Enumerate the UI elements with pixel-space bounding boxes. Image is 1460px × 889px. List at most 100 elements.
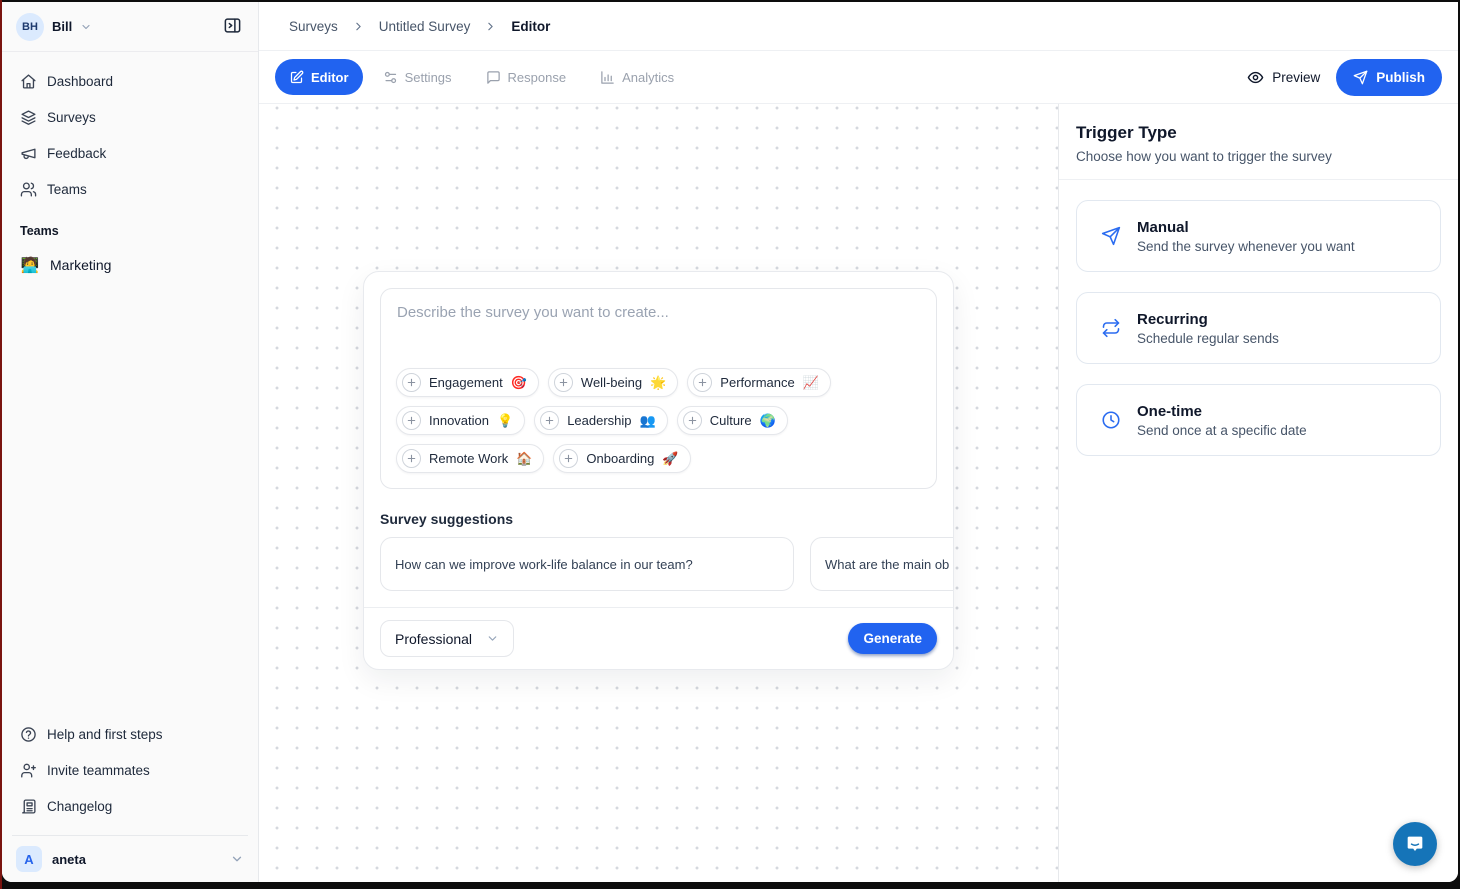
help-circle-icon xyxy=(20,726,37,743)
teams-section-label: Teams xyxy=(12,208,248,246)
tab-settings[interactable]: Settings xyxy=(369,59,466,95)
tab-label: Analytics xyxy=(622,70,674,85)
sidebar-item-label: Help and first steps xyxy=(47,727,163,742)
option-title: Recurring xyxy=(1137,311,1279,328)
topic-chip-well-being[interactable]: Well-being 🌟 xyxy=(548,368,678,397)
topic-chip-engagement[interactable]: Engagement 🎯 xyxy=(396,368,539,397)
main-area: Surveys Untitled Survey Editor Editor xyxy=(259,2,1458,882)
breadcrumb: Surveys Untitled Survey Editor xyxy=(259,2,1458,51)
clock-icon xyxy=(1101,410,1121,430)
home-icon xyxy=(20,73,37,90)
account-menu[interactable]: A aneta xyxy=(2,836,258,882)
avatar: BH xyxy=(16,13,44,41)
panel-subtitle: Choose how you want to trigger the surve… xyxy=(1076,149,1441,164)
sidebar-item-help[interactable]: Help and first steps xyxy=(12,717,248,751)
trigger-option-recurring[interactable]: Recurring Schedule regular sends xyxy=(1076,292,1441,364)
chat-launcher-button[interactable] xyxy=(1393,822,1437,866)
sidebar-item-feedback[interactable]: Feedback xyxy=(12,136,248,170)
tab-analytics[interactable]: Analytics xyxy=(586,59,688,95)
topic-chip-remote-work[interactable]: Remote Work 🏠 xyxy=(396,444,544,473)
megaphone-icon xyxy=(20,145,37,162)
plus-circle-icon xyxy=(540,411,559,430)
workspace-name: Bill xyxy=(52,19,72,34)
account-name: aneta xyxy=(52,852,86,867)
trigger-panel-header: Trigger Type Choose how you want to trig… xyxy=(1059,104,1458,180)
tone-value: Professional xyxy=(395,631,472,647)
trigger-type-panel: Trigger Type Choose how you want to trig… xyxy=(1058,104,1458,882)
chevron-right-icon xyxy=(352,20,365,33)
globe-emoji-icon: 🌍 xyxy=(760,413,776,429)
avatar: A xyxy=(16,846,42,872)
tab-response[interactable]: Response xyxy=(472,59,581,95)
send-icon xyxy=(1353,70,1368,85)
topic-chip-culture[interactable]: Culture 🌍 xyxy=(677,406,788,435)
workspace-switcher[interactable]: BH Bill xyxy=(2,2,258,52)
option-title: One-time xyxy=(1137,403,1307,420)
chip-label: Remote Work xyxy=(429,451,508,466)
chevron-down-icon xyxy=(80,21,92,33)
topic-chip-performance[interactable]: Performance 📈 xyxy=(687,368,831,397)
chip-label: Onboarding xyxy=(586,451,654,466)
sidebar-footer-nav: Help and first steps Invite teammates Ch… xyxy=(2,711,258,836)
chip-label: Engagement xyxy=(429,375,503,390)
plus-circle-icon xyxy=(559,449,578,468)
suggestion-card[interactable]: What are the main ob xyxy=(810,537,953,591)
sliders-icon xyxy=(383,70,398,85)
composer-footer: Professional Generate xyxy=(364,608,953,669)
editor-canvas[interactable]: Engagement 🎯 Well-being 🌟 Performance xyxy=(259,104,1058,882)
breadcrumb-surveys[interactable]: Surveys xyxy=(289,19,338,34)
sidebar-item-changelog[interactable]: Changelog xyxy=(12,789,248,823)
chat-bubble-icon xyxy=(1404,833,1426,855)
chip-label: Well-being xyxy=(581,375,642,390)
plus-circle-icon xyxy=(402,449,421,468)
sidebar-item-team-marketing[interactable]: 🧑‍💻 Marketing xyxy=(12,248,248,282)
sidebar-item-label: Feedback xyxy=(47,146,106,161)
panel-right-icon xyxy=(223,16,242,38)
sidebar-item-dashboard[interactable]: Dashboard xyxy=(12,64,248,98)
send-icon xyxy=(1101,226,1121,246)
users-icon xyxy=(20,181,37,198)
suggestion-card[interactable]: How can we improve work-life balance in … xyxy=(380,537,794,591)
sidebar-item-label: Changelog xyxy=(47,799,112,814)
option-description: Schedule regular sends xyxy=(1137,331,1279,346)
sidebar-item-teams[interactable]: Teams xyxy=(12,172,248,206)
breadcrumb-editor: Editor xyxy=(511,19,550,34)
breadcrumb-untitled-survey[interactable]: Untitled Survey xyxy=(379,19,471,34)
sidebar: BH Bill Dashboard Surv xyxy=(2,2,259,882)
sidebar-item-surveys[interactable]: Surveys xyxy=(12,100,248,134)
suggestions-row: How can we improve work-life balance in … xyxy=(364,537,953,591)
user-plus-icon xyxy=(20,762,37,779)
topic-chips: Engagement 🎯 Well-being 🌟 Performance xyxy=(381,368,936,488)
publish-button[interactable]: Publish xyxy=(1336,59,1442,96)
trigger-option-manual[interactable]: Manual Send the survey whenever you want xyxy=(1076,200,1441,272)
topic-chip-leadership[interactable]: Leadership 👥 xyxy=(534,406,668,435)
tab-label: Settings xyxy=(405,70,452,85)
preview-button[interactable]: Preview xyxy=(1247,69,1320,86)
bar-chart-icon xyxy=(600,70,615,85)
tab-label: Editor xyxy=(311,70,349,85)
sidebar-item-label: Dashboard xyxy=(47,74,113,89)
repeat-icon xyxy=(1101,318,1121,338)
option-description: Send once at a specific date xyxy=(1137,423,1307,438)
tone-select[interactable]: Professional xyxy=(380,620,514,657)
generate-button[interactable]: Generate xyxy=(848,623,937,654)
plus-circle-icon xyxy=(402,411,421,430)
chevron-down-icon xyxy=(486,632,499,645)
survey-description-input[interactable] xyxy=(381,289,936,368)
eye-icon xyxy=(1247,69,1264,86)
sidebar-item-label: Teams xyxy=(47,182,87,197)
app-window: BH Bill Dashboard Surv xyxy=(2,2,1458,882)
topic-chip-innovation[interactable]: Innovation 💡 xyxy=(396,406,525,435)
layers-icon xyxy=(20,109,37,126)
sidebar-item-invite[interactable]: Invite teammates xyxy=(12,753,248,787)
chip-label: Culture xyxy=(710,413,752,428)
window-edge xyxy=(0,0,2,889)
team-name: Marketing xyxy=(50,257,111,273)
plus-circle-icon xyxy=(683,411,702,430)
tab-editor[interactable]: Editor xyxy=(275,59,363,95)
busts-emoji-icon: 👥 xyxy=(640,413,656,429)
chip-label: Innovation xyxy=(429,413,489,428)
topic-chip-onboarding[interactable]: Onboarding 🚀 xyxy=(553,444,690,473)
trigger-option-one-time[interactable]: One-time Send once at a specific date xyxy=(1076,384,1441,456)
sidebar-toggle-button[interactable] xyxy=(218,13,246,41)
